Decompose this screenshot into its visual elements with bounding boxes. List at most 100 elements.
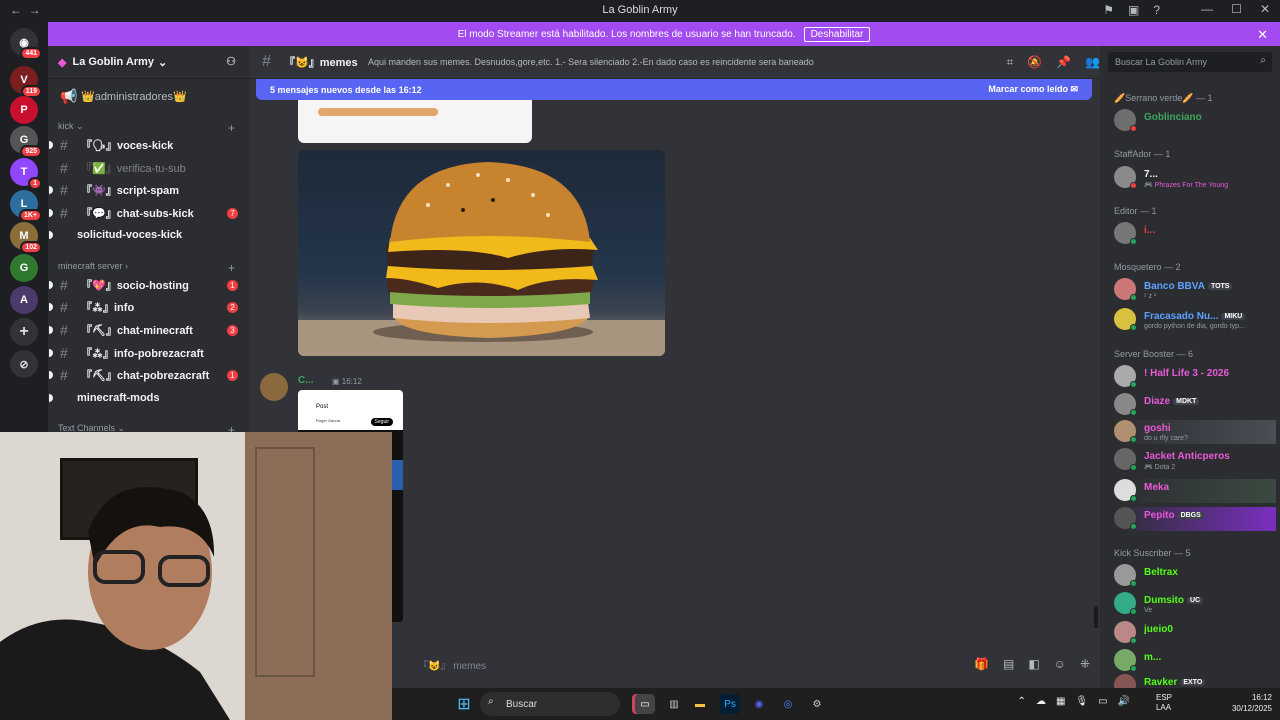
taskbar-search[interactable]: ⌕ Buscar [480, 692, 620, 716]
gif-icon[interactable]: ▤ [1003, 657, 1014, 671]
server-icon-5[interactable]: L 1K+ [10, 190, 42, 222]
category-kick[interactable]: kick ⌄ + [58, 121, 235, 135]
message-author[interactable]: C... [298, 375, 314, 386]
server-icon-1[interactable]: V 119 [10, 66, 42, 98]
member-item[interactable]: ! Half Life 3 - 2026 [1114, 365, 1276, 389]
photoshop-icon[interactable]: Ps [720, 694, 740, 714]
member-item[interactable]: Diaze MDKT [1114, 393, 1276, 417]
help-icon[interactable]: ? [1153, 3, 1160, 17]
channel-chat-pobrezacraft[interactable]: # 『⛏』chat-pobrezacraft 1 [48, 365, 250, 385]
language-indicator[interactable]: ESP LAA [1156, 693, 1172, 713]
add-channel-icon[interactable]: + [228, 121, 235, 135]
mic-icon[interactable]: 🎙 [1075, 696, 1088, 707]
new-messages-text: 5 mensajes nuevos desde las 16:12 [270, 84, 422, 95]
pin-icon[interactable]: 📌 [1056, 55, 1071, 70]
channel-administradores[interactable]: 📢 👑administradores👑 [48, 86, 250, 106]
server-icon-3[interactable]: G 925 [10, 126, 42, 158]
member-list-icon[interactable]: 👥 [1085, 55, 1100, 70]
phone-follow-button: Seguir [370, 418, 393, 426]
discord-taskbar-icon[interactable]: ◉ [749, 694, 769, 714]
add-member-icon[interactable]: ⚇ [226, 55, 236, 68]
disable-streamer-button[interactable]: Deshabilitar [803, 26, 871, 42]
close-window-icon[interactable]: ✕ [1260, 2, 1270, 16]
onedrive-icon[interactable]: ☁ [1036, 696, 1046, 707]
member-item[interactable]: 7... 🎮 Phrazes For The Young [1114, 166, 1276, 190]
member-item[interactable]: Jacket Anticperos 🎮 Dota 2 [1114, 448, 1276, 472]
discover-icon[interactable]: ⊘ [10, 350, 38, 378]
add-channel-icon[interactable]: + [228, 261, 235, 275]
search-input[interactable]: Buscar La Goblin Army ⌕ [1108, 52, 1272, 72]
server-header[interactable]: ◆ La Goblin Army ⌄ ⚇ [48, 46, 250, 79]
member-item[interactable]: jueio0 [1114, 621, 1276, 645]
message-input-placeholder: 『😺』 memes [418, 660, 487, 672]
channel-info-pobrezacraft[interactable]: # 『⁂』info-pobrezacraft [48, 343, 250, 363]
windows-taskbar: ⊞ ⌕ Buscar ▭ ▥ ▬ Ps ◉ ◎ ⚙ ⌃ ☁ ▦ 🎙 ▭ 🔊 ESP… [392, 688, 1280, 720]
server-icon-2[interactable]: P [10, 96, 38, 124]
member-item[interactable]: Meka [1114, 479, 1276, 503]
apps-icon[interactable]: ⁜ [1080, 657, 1090, 671]
explorer-icon[interactable]: ▬ [690, 694, 710, 714]
threads-icon[interactable]: ⌗ [1006, 55, 1013, 70]
minimize-icon[interactable]: — [1201, 2, 1213, 16]
volume-icon[interactable]: 🔊 [1118, 696, 1130, 707]
channel-voces-kick[interactable]: # 『🗣』voces-kick [48, 135, 250, 155]
role-header: Kick Suscriber — 5 [1114, 548, 1191, 558]
close-banner-icon[interactable]: ✕ [1257, 27, 1268, 43]
member-item[interactable]: Fracasado Nu... MIKU gordo python de dia, … [1114, 308, 1276, 332]
chrome-icon[interactable]: ◎ [778, 694, 798, 714]
network-icon[interactable]: ▦ [1056, 696, 1065, 707]
meme-image-previous[interactable] [298, 100, 532, 143]
role-header: Mosquetero — 2 [1114, 262, 1181, 272]
burger-image[interactable] [298, 150, 665, 356]
channel-verifica-tu-sub[interactable]: # 『✅』verifica-tu-sub [48, 158, 250, 178]
member-item[interactable]: Banco BBVA TOTS ᶻ z ¹ [1114, 278, 1276, 302]
role-header: Server Booster — 6 [1114, 349, 1194, 359]
chat-scrollbar[interactable] [1094, 606, 1098, 628]
sticker-icon[interactable]: ◧ [1028, 657, 1039, 671]
inbox-icon[interactable]: ▣ [1128, 3, 1139, 17]
channel-chat-minecraft[interactable]: # 『⛏』chat-minecraft 3 [48, 320, 250, 340]
member-item[interactable]: Goblinciano [1114, 109, 1276, 133]
channel-script-spam[interactable]: # 『👾』script-spam [48, 180, 250, 200]
app-icon[interactable]: ⚙ [807, 694, 827, 714]
mark-read-button[interactable]: Marcar como leído ✉ [988, 84, 1078, 95]
avatar[interactable] [260, 373, 288, 401]
member-item[interactable]: goshi do u rlly care? [1114, 420, 1276, 444]
emoji-icon[interactable]: ☺ [1054, 657, 1066, 671]
server-icon-7[interactable]: G [10, 254, 38, 282]
server-name: La Goblin Army [72, 56, 154, 68]
message-input[interactable]: 『😺』 memes 🎁 ▤ ◧ ☺ ⁜ [390, 650, 1090, 678]
search-icon: ⌕ [488, 696, 494, 707]
server-icon-4[interactable]: T1 [10, 158, 42, 190]
channel-minecraft-mods[interactable]: minecraft-mods [48, 388, 250, 408]
channel-header: # 『😺』memes Aqui manden sus memes. Desnud… [250, 46, 1100, 79]
member-item[interactable]: Dumsito UC Ve [1114, 592, 1276, 616]
maximize-icon[interactable]: ☐ [1231, 2, 1242, 16]
discord-home-icon[interactable]: ◉ 441 [10, 28, 42, 60]
windows-start-icon[interactable]: ⊞ [454, 694, 474, 714]
member-item[interactable]: m... [1114, 649, 1276, 673]
category-minecraft[interactable]: minecraft server › + [58, 261, 235, 275]
channel-name: 『😺』memes [284, 57, 358, 69]
files-icon[interactable]: ▥ [664, 694, 684, 714]
task-view-icon[interactable]: ▭ [635, 694, 655, 714]
channel-topic[interactable]: Aqui manden sus memes. Desnudos,gore,etc… [368, 57, 814, 67]
channel-info[interactable]: # 『⁂』info 2 [48, 297, 250, 317]
channel-solicitud-voces-kick[interactable]: solicitud-voces-kick [48, 225, 250, 245]
add-server-icon[interactable]: + [10, 318, 38, 346]
server-icon-8[interactable]: A [10, 286, 38, 314]
clock[interactable]: 16:12 30/12/2025 [1232, 692, 1272, 714]
new-messages-bar[interactable]: 5 mensajes nuevos desde las 16:12 Marcar… [256, 79, 1092, 100]
member-item[interactable]: Beltrax [1114, 564, 1276, 588]
mute-icon[interactable]: 🔕 [1027, 55, 1042, 70]
channel-socio-hosting[interactable]: # 『💖』socio-hosting 1 [48, 275, 250, 295]
member-item[interactable]: Pepito DBGS [1114, 507, 1276, 531]
server-icon-6[interactable]: M 102 [10, 222, 42, 254]
member-item[interactable]: i... [1114, 222, 1276, 246]
tray-chevron-icon[interactable]: ⌃ [1018, 696, 1026, 707]
channel-chat-subs-kick[interactable]: # 『💬』chat-subs-kick 7 [48, 203, 250, 223]
gift-icon[interactable]: 🎁 [974, 657, 989, 671]
announcement-icon: 📢 [60, 87, 78, 104]
display-icon[interactable]: ▭ [1098, 696, 1107, 707]
flag-icon[interactable]: ⚑ [1103, 3, 1114, 17]
